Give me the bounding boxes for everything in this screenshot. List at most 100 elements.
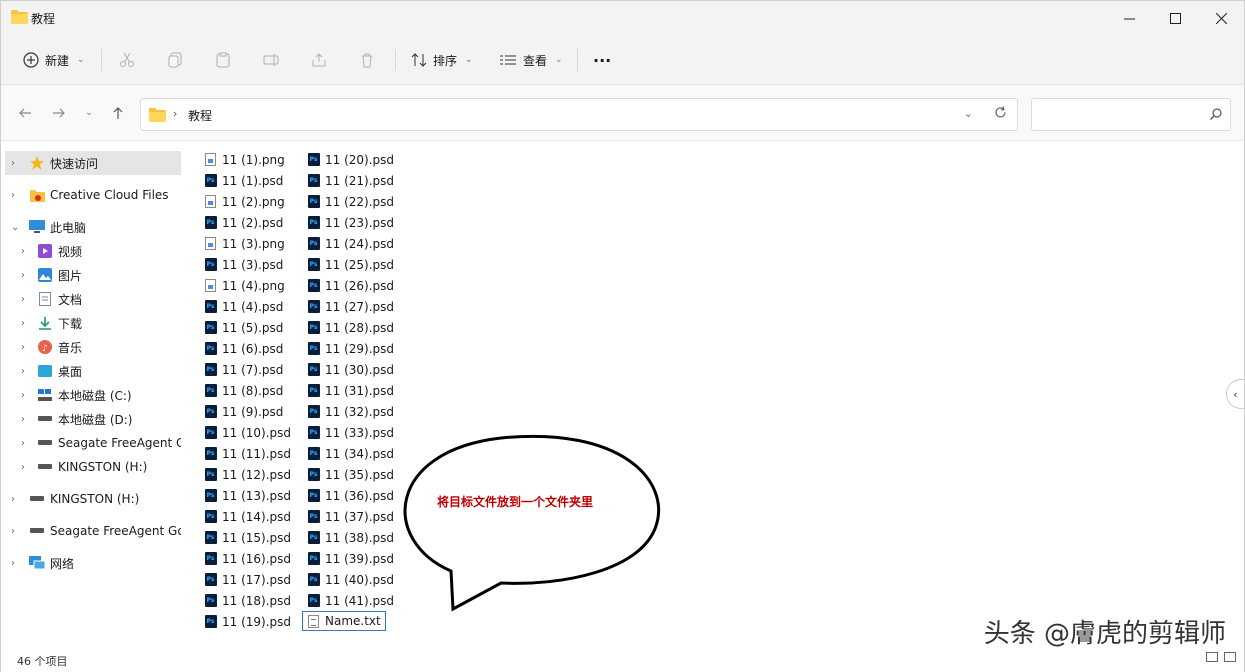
file-item[interactable]: Ps 11 (5).psd	[204, 317, 283, 338]
file-item[interactable]: Ps 11 (11).psd	[204, 443, 291, 464]
paste-button[interactable]	[215, 47, 231, 73]
minimize-button[interactable]	[1106, 1, 1152, 35]
forward-button[interactable]	[49, 103, 69, 123]
chevron-right-icon[interactable]: ›	[21, 270, 25, 281]
sort-button[interactable]: 排序 ⌄	[411, 47, 473, 73]
file-item[interactable]: Ps 11 (4).psd	[204, 296, 283, 317]
file-item[interactable]: Ps 11 (35).psd	[307, 464, 394, 485]
file-item[interactable]: Ps 11 (16).psd	[204, 548, 291, 569]
sidebar-item-kingston-h-root[interactable]: › KINGSTON (H:)	[1, 487, 181, 511]
chevron-right-icon[interactable]: ›	[21, 246, 25, 257]
breadcrumb-current[interactable]: 教程	[188, 107, 212, 124]
file-item[interactable]: Name.txt	[302, 611, 386, 631]
more-button[interactable]: ···	[593, 47, 611, 73]
rename-button[interactable]	[263, 47, 279, 73]
back-button[interactable]	[15, 103, 35, 123]
file-item[interactable]: Ps 11 (31).psd	[307, 380, 394, 401]
sidebar-item-music[interactable]: › ♪ 音乐	[1, 335, 181, 359]
file-item[interactable]: Ps 11 (26).psd	[307, 275, 394, 296]
sidebar-item-kingston-h[interactable]: › KINGSTON (H:)	[1, 455, 181, 479]
chevron-right-icon[interactable]: ›	[21, 294, 25, 305]
delete-button[interactable]	[359, 47, 375, 73]
sidebar-item-this-pc[interactable]: ⌄ 此电脑	[1, 215, 181, 239]
chevron-right-icon[interactable]: ›	[11, 158, 15, 169]
file-item[interactable]: Ps 11 (9).psd	[204, 401, 283, 422]
chevron-right-icon[interactable]: ›	[21, 414, 25, 425]
file-item[interactable]: Ps 11 (7).psd	[204, 359, 283, 380]
file-item[interactable]: Ps 11 (23).psd	[307, 212, 394, 233]
file-item[interactable]: Ps 11 (37).psd	[307, 506, 394, 527]
chevron-right-icon[interactable]: ›	[11, 558, 15, 569]
file-item[interactable]: Ps 11 (14).psd	[204, 506, 291, 527]
chevron-down-icon[interactable]: ⌄	[11, 222, 19, 233]
file-item[interactable]: Ps 11 (33).psd	[307, 422, 394, 443]
tiles-view-icon[interactable]	[1224, 652, 1236, 662]
chevron-right-icon[interactable]: ›	[21, 318, 25, 329]
file-item[interactable]: 11 (3).png	[204, 233, 285, 254]
file-item[interactable]: Ps 11 (27).psd	[307, 296, 394, 317]
file-item[interactable]: Ps 11 (36).psd	[307, 485, 394, 506]
file-item[interactable]: 11 (1).png	[204, 149, 285, 170]
sidebar-item-downloads[interactable]: › 下载	[1, 311, 181, 335]
file-item[interactable]: Ps 11 (21).psd	[307, 170, 394, 191]
chevron-right-icon[interactable]: ›	[21, 390, 25, 401]
sidebar-item-drive-c[interactable]: › 本地磁盘 (C:)	[1, 383, 181, 407]
file-item[interactable]: Ps 11 (3).psd	[204, 254, 283, 275]
file-item[interactable]: Ps 11 (24).psd	[307, 233, 394, 254]
file-item[interactable]: Ps 11 (10).psd	[204, 422, 291, 443]
share-button[interactable]	[311, 47, 327, 73]
file-item[interactable]: Ps 11 (38).psd	[307, 527, 394, 548]
refresh-button[interactable]	[994, 106, 1007, 123]
up-button[interactable]	[108, 103, 128, 123]
file-item[interactable]: Ps 11 (18).psd	[204, 590, 291, 611]
sidebar-item-documents[interactable]: › 文档	[1, 287, 181, 311]
close-button[interactable]	[1198, 1, 1244, 35]
chevron-right-icon[interactable]: ›	[21, 462, 25, 473]
file-item[interactable]: Ps 11 (6).psd	[204, 338, 283, 359]
file-item[interactable]: 11 (4).png	[204, 275, 285, 296]
file-item[interactable]: Ps 11 (19).psd	[204, 611, 291, 632]
chevron-right-icon[interactable]: ›	[21, 366, 25, 377]
cut-button[interactable]	[119, 47, 135, 73]
file-item[interactable]: Ps 11 (39).psd	[307, 548, 394, 569]
sidebar-item-pictures[interactable]: › 图片	[1, 263, 181, 287]
sidebar-item-desktop[interactable]: › 桌面	[1, 359, 181, 383]
file-item[interactable]: Ps 11 (40).psd	[307, 569, 394, 590]
search-input[interactable]	[1031, 98, 1231, 131]
file-item[interactable]: Ps 11 (17).psd	[204, 569, 291, 590]
file-item[interactable]: Ps 11 (20).psd	[307, 149, 394, 170]
sidebar-item-seagate-go[interactable]: › Seagate FreeAgent Go	[1, 519, 181, 543]
file-item[interactable]: Ps 11 (25).psd	[307, 254, 394, 275]
sidebar-item-videos[interactable]: › 视频	[1, 239, 181, 263]
sidebar-item-seagate-g[interactable]: › Seagate FreeAgent G	[1, 431, 181, 455]
file-item[interactable]: Ps 11 (1).psd	[204, 170, 283, 191]
file-item[interactable]: Ps 11 (34).psd	[307, 443, 394, 464]
sidebar-item-creative-cloud-files[interactable]: › Creative Cloud Files	[1, 183, 181, 207]
chevron-right-icon[interactable]: ›	[21, 342, 25, 353]
view-button[interactable]: 查看 ⌄	[499, 47, 563, 73]
maximize-button[interactable]	[1152, 1, 1198, 35]
file-item[interactable]: 11 (2).png	[204, 191, 285, 212]
copy-button[interactable]	[167, 47, 183, 73]
details-pane-toggle[interactable]: ‹	[1226, 379, 1244, 409]
file-item[interactable]: Ps 11 (28).psd	[307, 317, 394, 338]
new-button[interactable]: 新建 ⌄	[23, 47, 85, 73]
chevron-right-icon[interactable]: ›	[21, 438, 25, 449]
sidebar-item-drive-d[interactable]: › 本地磁盘 (D:)	[1, 407, 181, 431]
file-item[interactable]: Ps 11 (13).psd	[204, 485, 291, 506]
address-bar[interactable]: › 教程 ⌄	[140, 98, 1018, 131]
file-item[interactable]: Ps 11 (41).psd	[307, 590, 394, 611]
file-item[interactable]: Ps 11 (15).psd	[204, 527, 291, 548]
file-item[interactable]: Ps 11 (2).psd	[204, 212, 283, 233]
file-item[interactable]: Ps 11 (32).psd	[307, 401, 394, 422]
file-item[interactable]: Ps 11 (8).psd	[204, 380, 283, 401]
file-item[interactable]: Ps 11 (29).psd	[307, 338, 394, 359]
details-view-icon[interactable]	[1206, 652, 1218, 662]
file-item[interactable]: Ps 11 (12).psd	[204, 464, 291, 485]
chevron-right-icon[interactable]: ›	[11, 190, 15, 201]
address-dropdown-button[interactable]: ⌄	[964, 107, 973, 120]
file-item[interactable]: Ps 11 (30).psd	[307, 359, 394, 380]
recent-locations-button[interactable]: ⌄	[79, 103, 99, 123]
chevron-right-icon[interactable]: ›	[11, 494, 15, 505]
file-item[interactable]: Ps 11 (22).psd	[307, 191, 394, 212]
